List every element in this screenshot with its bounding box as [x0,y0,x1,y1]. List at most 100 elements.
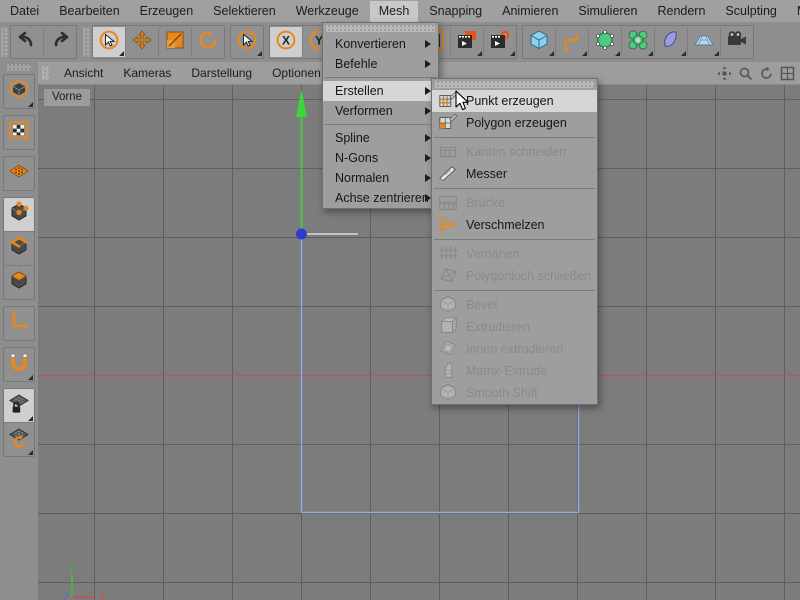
submenu-item-label: Punkt erzeugen [466,94,554,108]
submenu-item-punkt-erzeugen[interactable]: Punkt erzeugen [432,90,597,112]
flyout-corner-marker[interactable] [510,51,515,56]
flyout-corner-marker[interactable] [714,51,719,56]
viewport-grip-handle[interactable] [42,66,49,80]
flyout-corner-marker[interactable] [582,51,587,56]
spline-button[interactable] [556,27,589,57]
toolbar-grip-handle[interactable] [83,27,90,57]
left-tool-group [3,74,35,109]
flyout-corner-marker[interactable] [648,51,653,56]
viewport-nav-icons [716,65,796,81]
axis-mode-button[interactable] [4,307,34,340]
undo-button[interactable] [11,27,44,57]
select-arrow-button[interactable] [231,27,263,57]
edges-mode-button[interactable] [4,232,34,266]
mesh-menu-item-spline[interactable]: Spline [323,128,438,148]
spline-icon [561,29,583,56]
menubar-item-mograph[interactable]: MoGraph [788,1,800,22]
mesh-menu-item-befehle[interactable]: Befehle [323,54,438,74]
flyout-corner-marker[interactable] [615,51,620,56]
viewport-menu-kameras[interactable]: Kameras [113,64,181,82]
menubar-item-simulieren[interactable]: Simulieren [569,1,646,22]
viewport-menu-darstellung[interactable]: Darstellung [181,64,262,82]
workplane-mode-button[interactable] [4,157,34,190]
menubar-item-mesh[interactable]: Mesh [370,1,419,22]
scale-button[interactable] [159,27,192,57]
lock-workplane-button[interactable] [4,389,34,423]
flyout-corner-marker[interactable] [28,416,33,421]
flyout-corner-marker[interactable] [257,51,262,56]
zoom-view-icon[interactable] [737,65,754,81]
mesh-menu-item-n-gons[interactable]: N-Gons [323,148,438,168]
flyout-corner-marker[interactable] [28,102,33,107]
submenu-item-label: Vernähen [466,247,520,261]
menubar-item-bearbeiten[interactable]: Bearbeiten [50,1,128,22]
rotate-button[interactable] [192,27,224,57]
polygons-mode-icon [8,269,30,296]
submenu-item-label: Bevel [466,298,497,312]
menubar-item-datei[interactable]: Datei [1,1,48,22]
flyout-corner-marker[interactable] [28,375,33,380]
submenu-item-label: Extrudieren [466,320,530,334]
generator-button[interactable] [589,27,622,57]
stitch-icon [438,245,458,263]
left-tool-group [3,306,35,341]
submenu-item-polygon-erzeugen[interactable]: Polygon erzeugen [432,112,597,134]
menu-item-label: Achse zentrieren [335,191,429,205]
submenu-tearoff-handle[interactable] [435,81,594,88]
mesh-menu-item-konvertieren[interactable]: Konvertieren [323,34,438,54]
menubar-item-sculpting[interactable]: Sculpting [716,1,785,22]
flyout-corner-marker[interactable] [681,51,686,56]
scale-icon [164,29,186,56]
menubar-item-snapping[interactable]: Snapping [420,1,491,22]
menubar-item-rendern[interactable]: Rendern [648,1,714,22]
camera-button[interactable] [721,27,753,57]
left-palette-grip-handle[interactable] [7,64,31,71]
move-button[interactable] [126,27,159,57]
menu-item-label: Verformen [335,104,393,118]
render-region-button[interactable] [451,27,484,57]
menubar-item-selektieren[interactable]: Selektieren [204,1,285,22]
select-live-button[interactable] [93,27,126,57]
viewport-menu-optionen[interactable]: Optionen [262,64,331,82]
submenu-item-matrix-extrude: Matrix-Extrude [432,360,597,382]
redo-button[interactable] [44,27,76,57]
flyout-corner-marker[interactable] [549,51,554,56]
flyout-corner-marker[interactable] [477,51,482,56]
texture-mode-button[interactable] [4,116,34,149]
points-mode-button[interactable] [4,198,34,232]
submenu-item-messer[interactable]: Messer [432,163,597,185]
mesh-menu-item-normalen[interactable]: Normalen [323,168,438,188]
mesh-menu-item-erstellen[interactable]: Erstellen [323,81,438,101]
scene-object-button[interactable] [655,27,688,57]
flyout-corner-marker[interactable] [119,51,124,56]
workplane-toggle-button[interactable] [4,423,34,456]
polygons-mode-button[interactable] [4,266,34,299]
menubar-item-erzeugen[interactable]: Erzeugen [131,1,203,22]
pan-view-icon[interactable] [716,65,733,81]
menubar-item-werkzeuge[interactable]: Werkzeuge [287,1,368,22]
toolbar-group-transform-tools [92,25,225,59]
create-point-icon [438,92,458,110]
submenu-item-smooth-shift: Smooth Shift [432,382,597,404]
deformer-button[interactable] [622,27,655,57]
mesh-menu-item-verformen[interactable]: Verformen [323,101,438,121]
mesh-menu-item-achse-zentrieren[interactable]: Achse zentrieren [323,188,438,208]
viewport-menu-ansicht[interactable]: Ansicht [54,64,113,82]
erstellen-submenu: Punkt erzeugenPolygon erzeugenKanten sch… [431,78,598,405]
maximize-view-icon[interactable] [779,65,796,81]
model-mode-button[interactable] [4,75,34,108]
cube-primitive-button[interactable] [523,27,556,57]
menubar-item-animieren[interactable]: Animieren [493,1,567,22]
floor-button[interactable] [688,27,721,57]
select-live-icon [98,29,120,56]
flyout-corner-marker[interactable] [28,450,33,455]
toolbar-group-history [10,25,77,59]
snap-magnet-button[interactable] [4,348,34,381]
extrude-icon [438,318,458,336]
rotate-view-icon[interactable] [758,65,775,81]
menu-tearoff-handle[interactable] [326,25,435,32]
render-settings-button[interactable] [484,27,516,57]
submenu-item-verschmelzen[interactable]: Verschmelzen [432,214,597,236]
toolbar-grip-handle[interactable] [1,27,8,57]
lock-x-button[interactable]: X [270,27,303,57]
